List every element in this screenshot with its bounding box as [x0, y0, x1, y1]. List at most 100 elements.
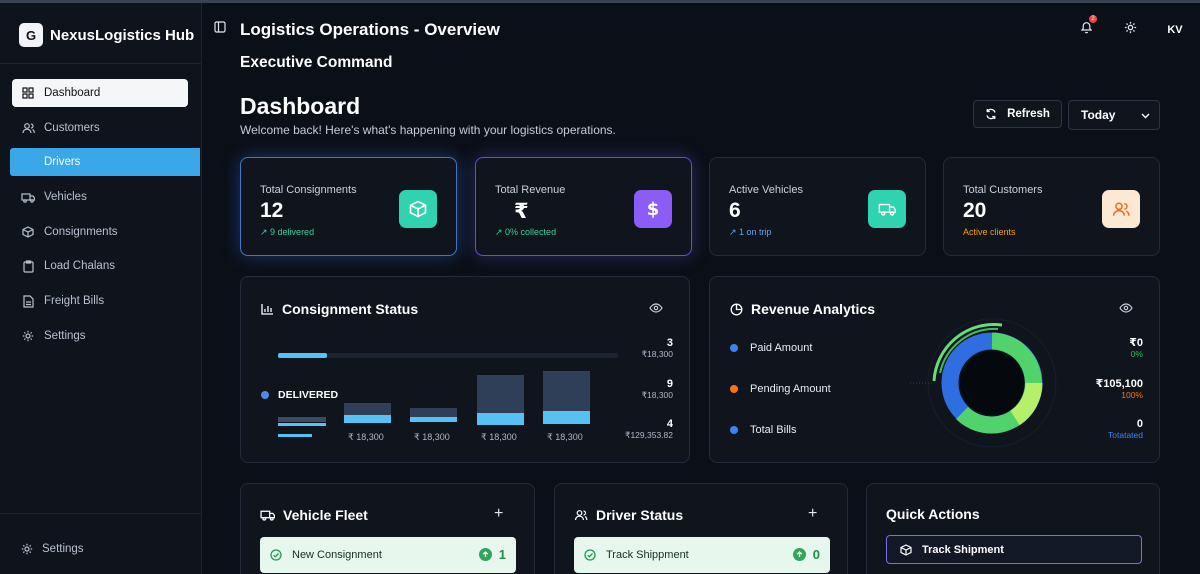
sidebar-item-label: Vehicles	[44, 191, 87, 204]
divider	[0, 513, 202, 514]
add-icon[interactable]: +	[494, 505, 503, 523]
chevron-down-icon	[1141, 108, 1150, 122]
progress-track	[278, 353, 618, 358]
brand-logo: G	[19, 23, 43, 47]
bar-value-label: ₹ 18,300	[481, 432, 517, 442]
revenue-sub: 100%	[1121, 390, 1143, 400]
truck-icon	[260, 509, 275, 521]
eye-icon[interactable]	[1119, 303, 1133, 313]
count: 0	[792, 547, 820, 562]
driver-status-panel: Driver Status + Track Shippment 0	[554, 483, 848, 574]
legend-dot	[730, 344, 738, 352]
document-icon	[21, 294, 35, 308]
stat-card-total-consignments[interactable]: Total Consignments 12 ↗ 9 delivered	[240, 157, 457, 256]
bell-icon[interactable]: 2	[1080, 15, 1097, 39]
sidebar-toggle-icon[interactable]	[214, 20, 226, 38]
sidebar-item-label: Drivers	[44, 156, 81, 169]
list-item[interactable]: New Consignment 1	[260, 537, 516, 573]
stat-label: Active Vehicles	[729, 184, 803, 196]
status-dot	[261, 391, 269, 399]
gear-icon	[21, 329, 35, 343]
stat-card-total-revenue[interactable]: Total Revenue ₹ ↗ 0% collected $	[475, 157, 692, 256]
refresh-button[interactable]: Refresh	[973, 100, 1062, 128]
revenue-amount: 0	[1136, 418, 1143, 430]
revenue-sub: Totatated	[1108, 430, 1143, 440]
pie-chart-icon	[730, 303, 743, 316]
box-icon	[21, 225, 35, 239]
count-value: 0	[812, 547, 820, 562]
sidebar-footer-settings-label: Settings	[42, 543, 84, 555]
sidebar-item-dashboard[interactable]: Dashboard	[12, 79, 188, 107]
notification-badge: 2	[1089, 15, 1097, 23]
sidebar-item-vehicles[interactable]: Vehicles	[12, 183, 188, 211]
add-icon[interactable]: +	[808, 505, 817, 523]
donut-chart	[910, 318, 1057, 448]
consignment-status-panel: Consignment Status DELIVERED ₹ 18,300 ₹ …	[240, 276, 690, 463]
list-item[interactable]: Track Shippment 0	[574, 537, 830, 573]
revenue-amount: ₹105,100	[1095, 378, 1143, 390]
svg-text:$: $	[647, 199, 660, 219]
refresh-label: Refresh	[1007, 108, 1050, 120]
stat-label: Total Revenue	[495, 184, 566, 196]
track-shipment-button[interactable]: Track Shipment	[886, 535, 1142, 564]
sidebar-item-drivers[interactable]: Drivers	[10, 148, 200, 177]
status-value: 9 ₹18,300	[642, 378, 673, 401]
legend-dot	[730, 385, 738, 393]
panel-title-text: Driver Status	[596, 507, 684, 523]
sidebar-item-customers[interactable]: Customers	[12, 114, 188, 142]
sidebar-item-label: Freight Bills	[44, 295, 105, 308]
avatar[interactable]: KV	[1162, 17, 1188, 43]
users-icon	[574, 509, 588, 521]
stat-value: 12	[260, 199, 284, 222]
bar-value-label: ₹ 18,300	[414, 432, 450, 442]
panel-title: Vehicle Fleet	[260, 507, 368, 523]
settings-gear-icon[interactable]	[1124, 21, 1137, 39]
sidebar-item-label: Customers	[44, 121, 100, 134]
legend-label: Total Bills	[750, 424, 797, 436]
dollar-icon: $	[634, 190, 672, 228]
sidebar-item-consignments[interactable]: Consignments	[12, 218, 188, 246]
legend-dot	[730, 426, 738, 434]
revenue-value: ₹105,100 100%	[1096, 377, 1143, 400]
sidebar-item-freight-bills[interactable]: Freight Bills	[12, 287, 188, 315]
chart-bar	[344, 403, 391, 415]
sidebar-item-settings[interactable]: Settings	[12, 322, 188, 350]
progress-fill	[278, 353, 327, 358]
check-circle-icon	[584, 549, 596, 561]
revenue-analytics-panel: Revenue Analytics Paid Amount Pending Am…	[709, 276, 1160, 463]
status-count: 3	[666, 337, 673, 349]
status-value: 3 ₹18,300	[642, 337, 673, 360]
up-arrow-icon	[478, 548, 492, 561]
status-amount: ₹129,353.82	[625, 430, 673, 440]
status-amount: ₹18,300	[641, 390, 673, 400]
bar-value-label: ₹ 18,300	[348, 432, 384, 442]
panel-title: Revenue Analytics	[730, 301, 875, 317]
users-icon	[21, 121, 35, 135]
stat-card-total-customers[interactable]: Total Customers 20 Active clients	[943, 157, 1160, 256]
date-range-select[interactable]: Today	[1068, 100, 1160, 130]
chart-bar	[278, 417, 326, 422]
truck-icon	[868, 190, 906, 228]
chart-bar	[410, 417, 457, 422]
brand[interactable]: G NexusLogistics Hub	[19, 23, 194, 47]
sidebar-item-label: Load Chalans	[44, 260, 115, 273]
revenue-value: 0 Totatated	[1108, 418, 1143, 440]
revenue-sub: 0%	[1130, 349, 1143, 359]
sidebar-item-label: Dashboard	[44, 87, 101, 99]
legend-item: Paid Amount	[730, 342, 812, 354]
divider	[0, 63, 202, 64]
status-count: 9	[666, 378, 673, 390]
sidebar-item-load-chalans[interactable]: Load Chalans	[12, 252, 188, 280]
stat-value: ₹	[514, 200, 529, 223]
up-arrow-icon	[792, 548, 806, 561]
sidebar-item-label: Consignments	[44, 225, 118, 238]
legend-label: Paid Amount	[750, 342, 813, 354]
count-value: 1	[498, 547, 506, 562]
panel-title-text: Vehicle Fleet	[283, 507, 368, 523]
panel-title: Driver Status	[574, 507, 683, 523]
sidebar-footer-settings[interactable]: Settings	[21, 543, 84, 555]
chart-bar	[477, 413, 524, 425]
stat-card-active-vehicles[interactable]: Active Vehicles 6 ↗ 1 on trip	[709, 157, 926, 256]
clipboard-icon	[21, 259, 35, 273]
panel-title-text: Revenue Analytics	[751, 301, 875, 317]
